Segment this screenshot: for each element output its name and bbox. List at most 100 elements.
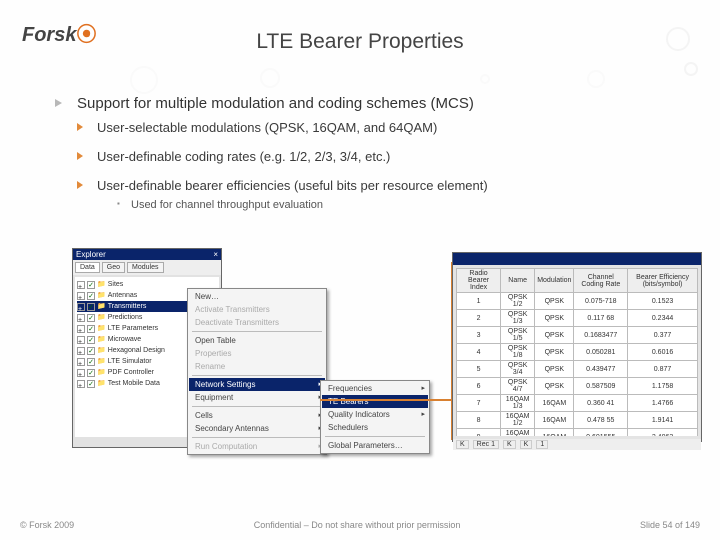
- table-row[interactable]: 2QPSK 1/3QPSK0.117 680.2344: [457, 310, 698, 327]
- separator: [192, 331, 322, 332]
- checkbox-icon[interactable]: ✓: [87, 369, 95, 377]
- tree-label: Hexagonal Design: [108, 345, 165, 356]
- folder-icon: 📁: [97, 378, 106, 389]
- cell: 0.1683477: [574, 327, 628, 344]
- cell: 1.1758: [628, 378, 698, 395]
- expand-icon[interactable]: +: [77, 325, 85, 333]
- menu-item[interactable]: Cells: [189, 409, 325, 422]
- cell: 0.877: [628, 361, 698, 378]
- bullet-level2: User-definable coding rates (e.g. 1/2, 2…: [77, 149, 675, 164]
- cell: QPSK: [535, 293, 574, 310]
- checkbox-icon[interactable]: ✓: [87, 314, 95, 322]
- bullet-level1: Support for multiple modulation and codi…: [55, 95, 675, 112]
- menu-item[interactable]: Quality Indicators: [322, 408, 428, 421]
- table-row[interactable]: 4QPSK 1/8QPSK0.0502810.6016: [457, 344, 698, 361]
- cell: 9: [457, 429, 501, 437]
- separator: [192, 437, 322, 438]
- expand-icon[interactable]: +: [77, 314, 85, 322]
- folder-icon: 📁: [97, 367, 106, 378]
- checkbox-icon[interactable]: ✓: [87, 347, 95, 355]
- folder-icon: 📁: [97, 290, 106, 301]
- bullet-level2: User-definable bearer efficiencies (usef…: [77, 178, 675, 193]
- checkbox-icon[interactable]: ✓: [87, 281, 95, 289]
- menu-item: Run Computation: [189, 440, 325, 453]
- folder-icon: 📁: [97, 301, 106, 312]
- menu-item[interactable]: Secondary Antennas: [189, 422, 325, 435]
- table-titlebar: [453, 253, 701, 265]
- cell: 0.439477: [574, 361, 628, 378]
- menu-item[interactable]: Equipment: [189, 391, 325, 404]
- separator: [192, 406, 322, 407]
- page-title: LTE Bearer Properties: [0, 30, 720, 54]
- cell: QPSK: [535, 344, 574, 361]
- checkbox-icon[interactable]: ✓: [87, 380, 95, 388]
- expand-icon[interactable]: +: [77, 292, 85, 300]
- menu-item[interactable]: Global Parameters…: [322, 439, 428, 452]
- tree-label: Microwave: [108, 334, 141, 345]
- tab-data[interactable]: Data: [75, 262, 100, 273]
- checkbox-icon[interactable]: ✓: [87, 303, 95, 311]
- tree-label: Test Mobile Data: [108, 378, 160, 389]
- expand-icon[interactable]: +: [77, 281, 85, 289]
- cell: 16QAM: [535, 395, 574, 412]
- menu-item[interactable]: TE Bearers: [322, 395, 428, 408]
- footer-confidential: Confidential – Do not share without prio…: [254, 520, 461, 530]
- cell: 5: [457, 361, 501, 378]
- table-row[interactable]: 816QAM 1/216QAM0.478 551.9141: [457, 412, 698, 429]
- folder-icon: 📁: [97, 345, 106, 356]
- checkbox-icon[interactable]: ✓: [87, 336, 95, 344]
- checkbox-icon[interactable]: ✓: [87, 325, 95, 333]
- tree-label: PDF Controller: [108, 367, 154, 378]
- column-header[interactable]: Modulation: [535, 269, 574, 293]
- cell: 2.4063: [628, 429, 698, 437]
- grid-wrap: Radio Bearer IndexNameModulationChannel …: [456, 268, 698, 436]
- menu-item[interactable]: New…: [189, 290, 325, 303]
- column-header[interactable]: Radio Bearer Index: [457, 269, 501, 293]
- expand-icon[interactable]: +: [77, 358, 85, 366]
- menu-item[interactable]: Network Settings: [189, 378, 325, 391]
- table-row[interactable]: 3QPSK 1/5QPSK0.16834770.377: [457, 327, 698, 344]
- bullet-level2: User-selectable modulations (QPSK, 16QAM…: [77, 120, 675, 135]
- status-cell: 1: [536, 440, 548, 449]
- menu-item[interactable]: Frequencies: [322, 382, 428, 395]
- expand-icon[interactable]: +: [77, 369, 85, 377]
- bearer-grid: Radio Bearer IndexNameModulationChannel …: [456, 268, 698, 436]
- decor-circle: [260, 68, 280, 88]
- checkbox-icon[interactable]: ✓: [87, 358, 95, 366]
- cell: QPSK 3/4: [501, 361, 535, 378]
- menu-item[interactable]: Schedulers: [322, 421, 428, 434]
- table-row[interactable]: 716QAM 1/316QAM0.360 411.4766: [457, 395, 698, 412]
- cell: QPSK 1/5: [501, 327, 535, 344]
- cell: 0.117 68: [574, 310, 628, 327]
- close-icon[interactable]: ×: [213, 250, 218, 259]
- cell: 16QAM 3/5: [501, 429, 535, 437]
- table-row[interactable]: 6QPSK 4/7QPSK0.5875091.1758: [457, 378, 698, 395]
- table-row[interactable]: 916QAM 3/516QAM0.6015552.4063: [457, 429, 698, 437]
- expand-icon[interactable]: +: [77, 303, 85, 311]
- table-row[interactable]: 1QPSK 1/2QPSK0.075-7180.1523: [457, 293, 698, 310]
- cell: QPSK 1/3: [501, 310, 535, 327]
- table-row[interactable]: 5QPSK 3/4QPSK0.4394770.877: [457, 361, 698, 378]
- decor-circle: [130, 66, 158, 94]
- cell: 2: [457, 310, 501, 327]
- tab-modules[interactable]: Modules: [127, 262, 163, 273]
- tab-geo[interactable]: Geo: [102, 262, 125, 273]
- cell: 0.075-718: [574, 293, 628, 310]
- expand-icon[interactable]: +: [77, 380, 85, 388]
- explorer-title: Explorer: [76, 250, 106, 259]
- context-menu-2: FrequenciesTE BearersQuality IndicatorsS…: [320, 380, 430, 454]
- footer-slide: Slide 54 of 149: [640, 520, 700, 530]
- cell: 16QAM 1/3: [501, 395, 535, 412]
- column-header[interactable]: Name: [501, 269, 535, 293]
- checkbox-icon[interactable]: ✓: [87, 292, 95, 300]
- menu-item[interactable]: Open Table: [189, 334, 325, 347]
- menu-item: Rename: [189, 360, 325, 373]
- cell: 0.377: [628, 327, 698, 344]
- expand-icon[interactable]: +: [77, 336, 85, 344]
- column-header[interactable]: Bearer Efficiency (bits/symbol): [628, 269, 698, 293]
- menu-item: Deactivate Transmitters: [189, 316, 325, 329]
- expand-icon[interactable]: +: [77, 347, 85, 355]
- cell: QPSK: [535, 378, 574, 395]
- column-header[interactable]: Channel Coding Rate: [574, 269, 628, 293]
- cell: 16QAM 1/2: [501, 412, 535, 429]
